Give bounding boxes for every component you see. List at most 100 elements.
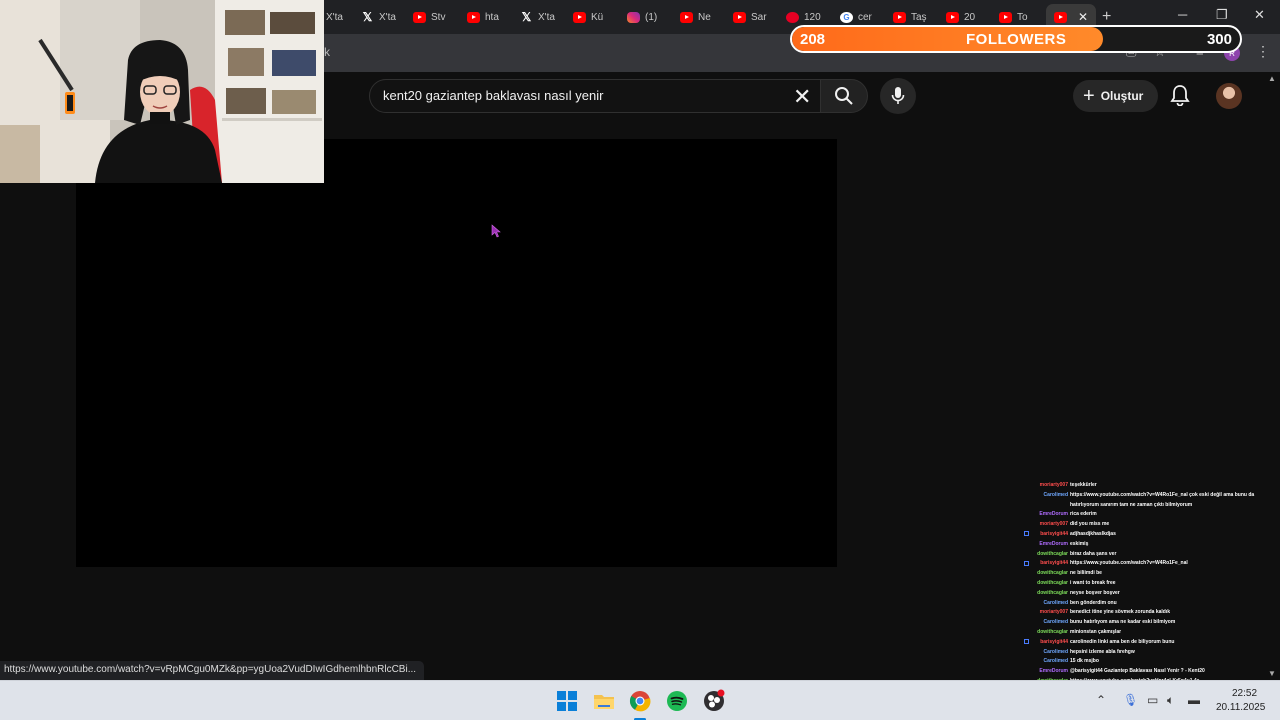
chat-badge-icon	[1024, 638, 1029, 644]
chat-text: i want to break free	[1070, 580, 1116, 586]
chat-text: bunu hatırlıyom ama ne kadar eski bilmiy…	[1070, 619, 1176, 626]
search-query[interactable]: kent20 gaziantep baklavası nasıl yenir	[383, 88, 603, 103]
restore-button[interactable]: ❐	[1216, 7, 1228, 23]
browser-tab[interactable]: 𝕏 X'ta	[520, 6, 566, 28]
youtube-icon	[946, 11, 959, 23]
chat-badge-icon	[1024, 560, 1029, 566]
chat-message: moriarty007 benedict itine yine sövmek zo…	[1024, 609, 1170, 615]
chat-username: dowithcaglar	[1037, 589, 1068, 596]
obs-studio-icon[interactable]	[702, 689, 726, 713]
chat-username: moriarty007	[1039, 609, 1068, 616]
chat-text: hatırlıyorum sanırım tam ne zaman çıktı …	[1070, 501, 1193, 508]
chat-badge-icon	[1024, 531, 1029, 537]
chat-text: ben gönderdim onu	[1070, 599, 1117, 606]
browser-tab[interactable]: hta	[467, 6, 513, 28]
chat-username: moriarty007	[1039, 482, 1068, 488]
chat-username: dowithcaglar	[1037, 570, 1068, 577]
microphone-icon	[891, 87, 905, 104]
chat-text: rica ederim	[1070, 511, 1097, 518]
scroll-down-arrow-icon[interactable]: ▼	[1268, 669, 1276, 678]
clock-time[interactable]: 22:52	[1232, 688, 1257, 699]
chat-username: Carolimed	[1043, 619, 1068, 626]
chat-username: dowithcaglar	[1037, 580, 1068, 586]
browser-tab[interactable]: Stv	[413, 6, 459, 28]
show-hidden-icons-chevron[interactable]: ⌃	[1096, 693, 1106, 707]
start-button[interactable]	[555, 689, 579, 713]
chat-text: 15 dk msjbo	[1070, 658, 1099, 665]
chat-text: https://www.youtube.com/watch?v=W4Ro1Fe_…	[1070, 491, 1255, 498]
chat-message: EmreDorum eskimiş	[1024, 541, 1088, 547]
browser-tab[interactable]: 𝕏 X'ta	[361, 6, 407, 28]
chat-text: eskimiş	[1070, 540, 1089, 547]
x-icon: 𝕏	[521, 10, 532, 24]
pinterest-icon	[786, 11, 799, 23]
microphone-tray-icon[interactable]: 🎙︎	[1123, 693, 1138, 707]
chat-message: dowithcaglar i want to break free	[1024, 580, 1116, 586]
chat-message: EmreDorum rica ederim	[1024, 511, 1097, 518]
stream-chat-overlay: moriarty007 teşekkürler Carolimed https://w…	[1024, 470, 1260, 682]
browser-tab[interactable]: (1)	[627, 6, 673, 28]
chat-message: dowithcaglar neyse boşver boşver	[1024, 590, 1120, 596]
browser-tab[interactable]: Sar	[733, 6, 779, 28]
notifications-bell-icon[interactable]	[1170, 84, 1190, 111]
close-tab-icon[interactable]: ✕	[1078, 10, 1088, 24]
chat-message: moriarty007 did you miss me	[1024, 521, 1110, 527]
tab-label: hta	[485, 11, 499, 23]
windows-taskbar: ⌃ 🎙︎ ▭ 🔈︎ ▬ 22:52 20.11.2025	[0, 680, 1280, 720]
close-window-button[interactable]: ✕	[1254, 7, 1265, 23]
tab-label: Stv	[431, 11, 446, 23]
mouse-cursor-icon	[491, 224, 501, 238]
chat-message: barisyigit44 carolinedin linki ama ben de…	[1024, 639, 1174, 645]
chrome-icon[interactable]	[628, 689, 652, 713]
chat-message: dowithcaglar minionstan çakmışlar	[1024, 629, 1121, 635]
volume-icon[interactable]: 🔈︎	[1167, 693, 1174, 708]
create-button[interactable]: + Oluştur	[1073, 80, 1158, 112]
clear-search-icon[interactable]: ✕	[793, 84, 811, 110]
tab-label: X'ta	[379, 11, 396, 23]
file-explorer-icon[interactable]	[592, 689, 616, 713]
tab-label: Taş	[911, 11, 927, 23]
video-player[interactable]	[76, 139, 837, 567]
browser-tab[interactable]: X'ta	[326, 6, 360, 28]
tab-label: To	[1017, 11, 1028, 23]
chat-text: hepsini izleme abla fırehgw	[1070, 648, 1135, 655]
browser-menu-icon[interactable]: ⋮	[1256, 43, 1270, 60]
tab-label: cer	[858, 11, 872, 23]
chat-username: barisyigit44	[1040, 638, 1068, 645]
chat-username: EmreDorum	[1039, 668, 1068, 675]
browser-tab[interactable]: Kü	[573, 6, 619, 28]
network-icon[interactable]: ▭	[1147, 693, 1158, 707]
account-avatar[interactable]	[1216, 83, 1242, 109]
tab-label: Ne	[698, 11, 711, 23]
youtube-icon	[733, 11, 746, 23]
youtube-icon	[573, 11, 586, 23]
scroll-up-arrow-icon[interactable]: ▲	[1268, 74, 1276, 83]
search-button[interactable]	[820, 79, 868, 113]
chat-username: Carolimed	[1043, 491, 1068, 498]
tab-label: 20	[964, 11, 976, 23]
search-icon	[835, 87, 853, 105]
chat-username: Carolimed	[1043, 658, 1068, 665]
x-icon: 𝕏	[362, 10, 373, 24]
battery-icon[interactable]: ▬	[1188, 693, 1200, 707]
screen: X'ta 𝕏 X'ta Stv hta 𝕏 X'ta Kü (1) Ne Sar 120 Gcer Taş…	[0, 0, 1280, 720]
clock-date[interactable]: 20.11.2025	[1216, 702, 1265, 713]
chat-message: dowithcaglar biraz daha şans ver	[1024, 551, 1116, 557]
spotify-icon[interactable]	[665, 689, 689, 713]
tab-label: Sar	[751, 11, 767, 23]
address-bar[interactable]: k	[324, 45, 330, 59]
browser-tab[interactable]: Ne	[680, 6, 726, 28]
chat-text: benedict itine yine sövmek zorunda kaldı…	[1070, 609, 1171, 616]
voice-search-button[interactable]	[880, 78, 916, 114]
minimize-button[interactable]: ─	[1178, 7, 1187, 22]
followers-label: FOLLOWERS	[966, 31, 1067, 48]
windows-logo-icon	[557, 691, 577, 711]
followers-goal-widget: 208 FOLLOWERS 300	[790, 25, 1242, 53]
google-icon: G	[840, 11, 853, 23]
chat-text: adjhasdjkhaslkdjas	[1070, 531, 1116, 537]
chat-message: Carolimed ben gönderdim onu	[1024, 600, 1117, 606]
new-tab-button[interactable]: +	[1102, 8, 1111, 26]
chat-username: Carolimed	[1043, 599, 1068, 606]
tab-label: 120	[804, 11, 821, 23]
chat-message: dowithcaglar ne biliimdi be	[1024, 570, 1102, 576]
